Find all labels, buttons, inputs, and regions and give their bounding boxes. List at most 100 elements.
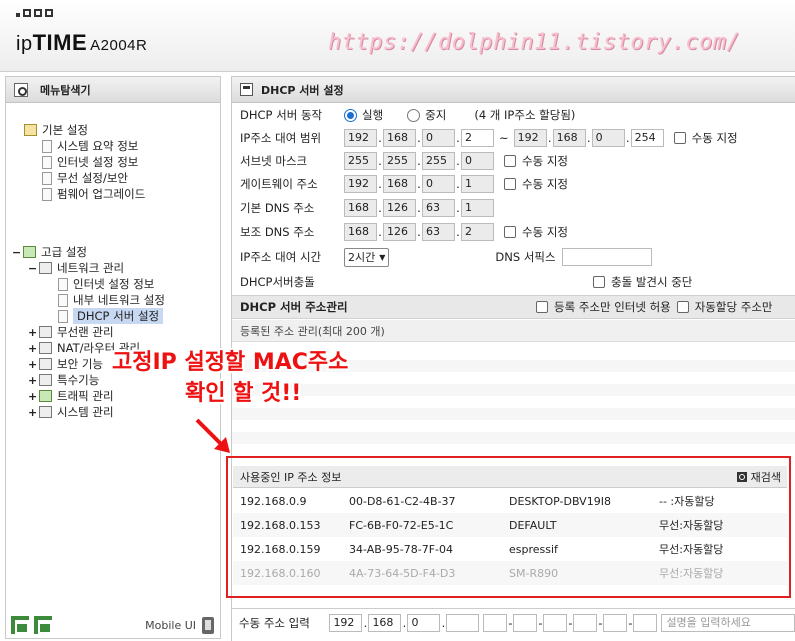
system-icon [39, 406, 52, 418]
tree-item-firmware-upgrade[interactable]: 펌웨어 업그레이드 [42, 186, 145, 202]
home-icon[interactable] [11, 616, 29, 634]
radio-run[interactable] [344, 108, 357, 122]
lease-time-select[interactable]: 2시간 ▼ [344, 247, 390, 267]
tree-item-dhcp-server[interactable]: DHCP 서버 설정 [58, 308, 164, 324]
dhcp-title: DHCP 서버 설정 [232, 77, 795, 103]
tree-wireless-management[interactable]: + 무선랜 관리 [28, 324, 114, 340]
range-start-octet-2[interactable]: 168 [383, 129, 416, 147]
dns-suffix-input[interactable] [561, 248, 652, 266]
dns2-manual-checkbox[interactable] [504, 226, 516, 238]
row-dns2: 보조 DNS 주소 168. 126. 63. 2 수동 지정 [240, 223, 568, 241]
manual-ip-octet-2[interactable]: 168 [368, 613, 402, 632]
row-dhcp-operation: DHCP 서버 동작 실행 중지 (4 개 IP주소 할당됨) [240, 108, 576, 122]
page-icon [58, 309, 68, 323]
special-icon [39, 374, 52, 386]
gateway-manual-checkbox[interactable] [504, 178, 516, 190]
phone-icon [202, 616, 214, 634]
range-start-octet-4[interactable]: 2 [461, 129, 494, 147]
folder-icon [23, 246, 36, 258]
dns1-octet-4[interactable]: 1 [461, 199, 494, 217]
registered-addr-header: 등록된 주소 관리(최대 200 개) [232, 320, 795, 342]
logo-dots-icon [16, 9, 53, 17]
tree-network-management[interactable]: − 네트워크 관리 [28, 260, 124, 276]
range-end-octet-2[interactable]: 168 [552, 129, 586, 147]
subnet-octet-2[interactable]: 255 [383, 152, 416, 170]
row-dns1: 기본 DNS 주소 168. 126. 63. 1 [232, 197, 795, 219]
subnet-octet-3[interactable]: 255 [422, 152, 455, 170]
magnifier-icon [14, 82, 28, 97]
folder-icon [24, 124, 37, 136]
tree-item-internet-settings[interactable]: 인터넷 설정 정보 [58, 276, 154, 292]
header: ipTIME A2004R https://dolphin11.tistory.c… [0, 0, 795, 72]
tree-item-system-summary[interactable]: 시스템 요약 정보 [42, 138, 138, 154]
dns2-octet-4[interactable]: 2 [461, 223, 494, 241]
row-ip-range: IP주소 대여 범위 192. 168. 0. 2 ~ 192. 168. 0.… [240, 129, 738, 147]
range-start-octet-1[interactable]: 192 [344, 129, 377, 147]
tree-basic-settings[interactable]: 기본 설정 [24, 122, 88, 138]
watermark: https://dolphin11.tistory.com/ [328, 30, 741, 55]
annotation-line-2: 확인 할 것!! [185, 381, 302, 406]
tree-special-functions[interactable]: + 특수기능 [28, 372, 99, 388]
page-icon [58, 277, 68, 291]
tree-system[interactable]: + 시스템 관리 [28, 404, 114, 420]
tree-item-lan-settings[interactable]: 내부 네트워크 설정 [58, 292, 165, 308]
tree-item-wireless-security[interactable]: 무선 설정/보안 [42, 170, 128, 186]
tree-traffic[interactable]: + 트래픽 관리 [28, 388, 114, 404]
dns1-octet-1[interactable]: 168 [344, 199, 377, 217]
row-subnet-mask: 서브넷 마스크 255. 255. 255. 0 수동 지정 [240, 152, 568, 170]
dns2-octet-3[interactable]: 63 [422, 223, 455, 241]
red-arrow-icon [195, 418, 230, 453]
mobile-ui-link[interactable]: Mobile UI [145, 616, 214, 634]
range-end-octet-1[interactable]: 192 [513, 129, 547, 147]
network-icon [39, 262, 52, 274]
tree-advanced-settings[interactable]: − 고급 설정 [12, 244, 87, 260]
row-conflict: DHCP서버충돌 충돌 발견시 중단 [240, 275, 693, 289]
subnet-manual-checkbox[interactable] [504, 155, 516, 167]
page-icon [58, 293, 68, 307]
range-end-octet-4[interactable]: 254 [630, 129, 664, 147]
chevron-down-icon: ▼ [379, 252, 386, 262]
gateway-octet-2[interactable]: 168 [383, 175, 416, 193]
wireless-icon [39, 326, 52, 338]
page-icon [42, 171, 52, 185]
annotation-line-1: 고정IP 설정할 MAC주소 [112, 350, 349, 375]
manual-ip-octet-1[interactable]: 192 [329, 613, 363, 632]
tree-item-internet-info[interactable]: 인터넷 설정 정보 [42, 154, 138, 170]
dns2-octet-1[interactable]: 168 [344, 223, 377, 241]
highlight-box [226, 456, 791, 598]
gateway-octet-4[interactable]: 1 [461, 175, 494, 193]
page-icon [42, 155, 52, 169]
gateway-octet-3[interactable]: 0 [422, 175, 455, 193]
gateway-octet-1[interactable]: 192 [344, 175, 377, 193]
conflict-checkbox[interactable] [593, 276, 605, 288]
subnet-octet-1[interactable]: 255 [344, 152, 377, 170]
tree-security[interactable]: + 보안 기능 [28, 356, 103, 372]
memo-input[interactable]: 설명을 입력하세요 [661, 613, 795, 632]
manual-ip-octet-3[interactable]: 0 [407, 613, 441, 632]
row-gateway: 게이트웨이 주소 192. 168. 0. 1 수동 지정 [240, 175, 568, 193]
settings-icon [240, 83, 253, 96]
logout-icon[interactable] [34, 616, 52, 634]
registered-only-checkbox[interactable] [536, 301, 548, 313]
range-start-octet-3[interactable]: 0 [422, 129, 455, 147]
radio-stop[interactable] [407, 108, 421, 122]
row-lease-time: IP주소 대여 시간 2시간 ▼ DNS 서픽스 [232, 246, 795, 268]
lock-icon [39, 358, 52, 370]
manual-address-row: 수동 주소 입력 192. 168. 0. - - - - - 설명을 입력하세… [231, 608, 795, 636]
manual-ip-octet-4[interactable] [446, 613, 480, 632]
page-icon [42, 139, 52, 153]
traffic-icon [39, 390, 52, 402]
addr-mgmt-header: DHCP 서버 주소관리 등록 주소만 인터넷 허용 자동할당 주소만 [232, 295, 795, 319]
logo: ipTIME A2004R [16, 30, 148, 55]
manual-mac-input[interactable]: - - - - - [483, 613, 658, 632]
dns1-octet-3[interactable]: 63 [422, 199, 455, 217]
router-icon [39, 342, 52, 354]
dns2-octet-2[interactable]: 126 [383, 223, 416, 241]
dns1-octet-2[interactable]: 126 [383, 199, 416, 217]
sidebar-bottom-bar: Mobile UI [6, 612, 220, 638]
range-manual-checkbox[interactable] [673, 132, 686, 144]
subnet-octet-4[interactable]: 0 [461, 152, 494, 170]
range-end-octet-3[interactable]: 0 [591, 129, 625, 147]
menu-explorer-title: 메뉴탐색기 [6, 77, 220, 103]
auto-only-checkbox[interactable] [676, 301, 689, 313]
